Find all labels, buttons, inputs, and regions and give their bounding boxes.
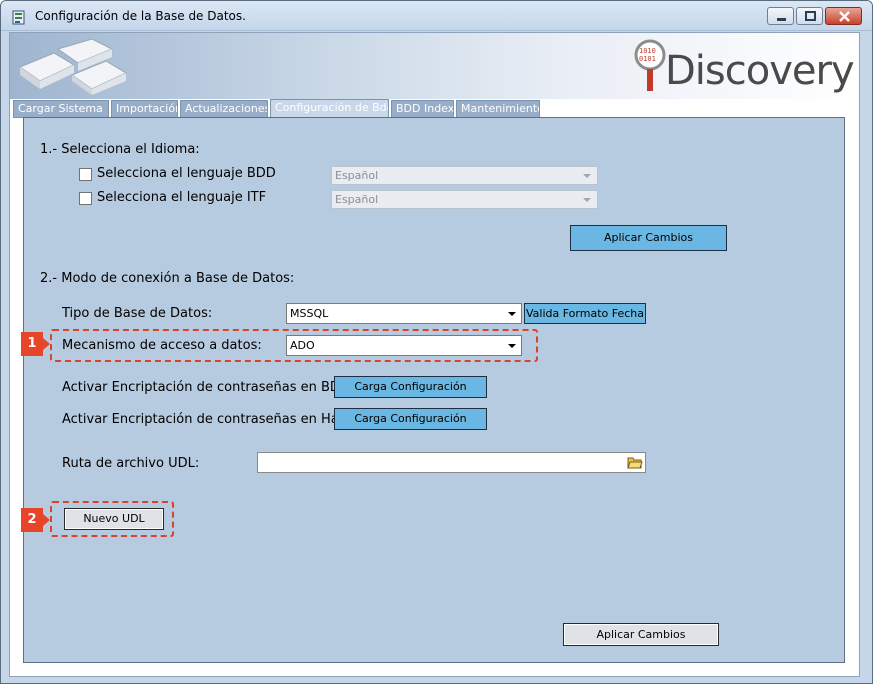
tab-mantenimiento[interactable]: Mantenimiento	[456, 100, 540, 118]
encrypt-bdd-load-button[interactable]: Carga Configuración	[334, 376, 487, 398]
keyboard-keys-icon	[18, 38, 128, 95]
client-area: 1010 0101 Discovery Cargar Sistema Impor…	[9, 32, 860, 677]
itf-language-checkbox[interactable]	[79, 192, 92, 205]
database-config-icon	[12, 10, 25, 25]
maximize-button[interactable]	[796, 7, 823, 25]
brand-logo: Discovery	[665, 48, 855, 94]
close-button[interactable]	[825, 7, 862, 25]
validate-date-format-button[interactable]: Valida Formato Fecha	[524, 303, 646, 324]
udl-path-input[interactable]	[257, 452, 646, 473]
udl-path-label: Ruta de archivo UDL:	[62, 456, 200, 471]
language-section-heading: 1.- Selecciona el Idioma:	[40, 142, 200, 157]
itf-language-label: Selecciona el lenguaje ITF	[97, 190, 267, 205]
tab-cargar-sistema[interactable]: Cargar Sistema	[13, 100, 109, 118]
close-icon	[839, 11, 850, 22]
tab-actualizaciones[interactable]: Actualizaciones	[180, 100, 268, 118]
chevron-down-icon	[583, 174, 591, 178]
folder-open-icon[interactable]	[627, 455, 643, 470]
header-banner: 1010 0101 Discovery	[10, 33, 859, 99]
svg-text:0101: 0101	[639, 55, 656, 63]
callout-access-mechanism	[50, 329, 538, 362]
maximize-icon	[805, 11, 816, 21]
tab-strip: Cargar Sistema Importación Actualizacion…	[10, 99, 859, 118]
db-type-value: MSSQL	[290, 307, 329, 320]
minimize-icon	[777, 18, 786, 21]
apply-connection-button[interactable]: Aplicar Cambios	[563, 623, 719, 646]
encrypt-hawk-label: Activar Encriptación de contraseñas en H…	[62, 412, 357, 427]
chevron-down-icon	[583, 198, 591, 202]
minimize-button[interactable]	[767, 7, 794, 25]
bdd-language-checkbox[interactable]	[79, 168, 92, 181]
itf-language-value: Español	[335, 193, 379, 206]
tab-importacion[interactable]: Importación	[111, 100, 178, 118]
title-bar[interactable]: Configuración de la Base de Datos.	[1, 1, 872, 31]
apply-language-button[interactable]: Aplicar Cambios	[570, 225, 727, 251]
step-marker-2: 2	[21, 508, 50, 532]
encrypt-hawk-load-button[interactable]: Carga Configuración	[334, 408, 487, 430]
itf-language-select[interactable]: Español	[331, 190, 598, 209]
window-title: Configuración de la Base de Datos.	[35, 9, 246, 23]
tab-configuracion-bdd[interactable]: Configuración de Bdd.	[270, 99, 389, 118]
svg-text:1010: 1010	[639, 47, 656, 55]
discovery-magnifier-icon: 1010 0101	[634, 39, 666, 91]
chevron-down-icon	[508, 312, 516, 316]
db-type-label: Tipo de Base de Datos:	[62, 306, 213, 321]
bdd-language-label: Selecciona el lenguaje BDD	[97, 166, 276, 181]
step-marker-1: 1	[21, 332, 50, 356]
app-window: Configuración de la Base de Datos. 1010 …	[0, 0, 873, 684]
tab-bdd-index[interactable]: BDD Index	[391, 100, 454, 118]
db-type-select[interactable]: MSSQL	[286, 303, 522, 324]
bdd-language-select[interactable]: Español	[331, 166, 598, 185]
bdd-language-value: Español	[335, 169, 379, 182]
config-panel: 1.- Selecciona el Idioma: Selecciona el …	[21, 117, 845, 663]
callout-new-udl	[50, 501, 174, 537]
connection-section-heading: 2.- Modo de conexión a Base de Datos:	[40, 271, 295, 286]
encrypt-bdd-label: Activar Encriptación de contraseñas en B…	[62, 380, 350, 395]
